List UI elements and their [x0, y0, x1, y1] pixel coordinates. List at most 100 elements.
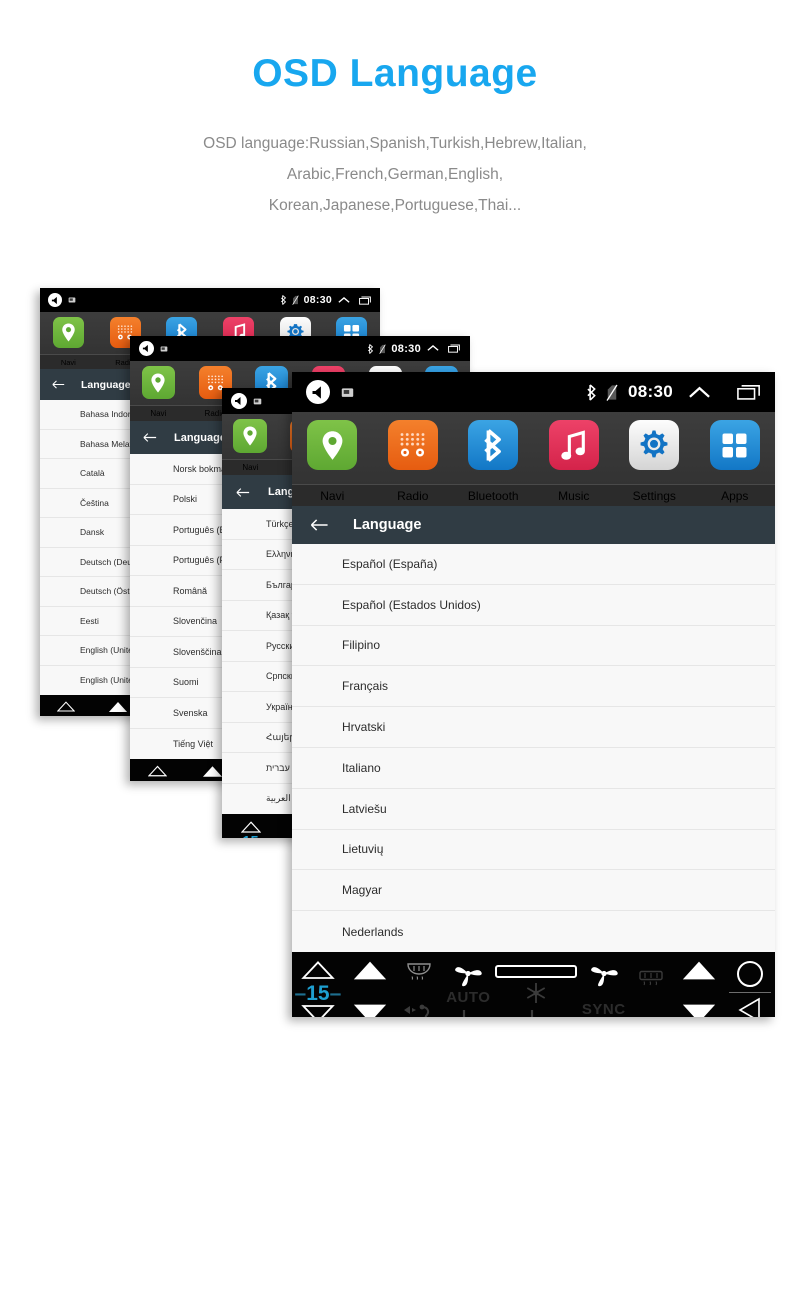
dock-item-apps[interactable]: [695, 420, 776, 470]
list-item[interactable]: Latviešu: [292, 789, 775, 830]
triangle-up-solid-icon[interactable]: [108, 701, 128, 713]
defrost-rear-icon[interactable]: [638, 970, 664, 987]
status-clock: 08:30: [303, 294, 332, 306]
dock-label-music: Music: [558, 488, 590, 503]
divider: [728, 991, 772, 993]
status-clock: 08:30: [628, 382, 673, 401]
fan-speed-bar[interactable]: [495, 964, 578, 978]
arrow-left-icon[interactable]: [310, 518, 329, 532]
fan-icon[interactable]: [452, 960, 484, 987]
list-item[interactable]: Hrvatski: [292, 707, 775, 748]
list-item[interactable]: Español (Estados Unidos): [292, 585, 775, 626]
dock-item-navi[interactable]: [292, 420, 373, 470]
screenshot-icon[interactable]: [253, 397, 262, 406]
triangle-left-back-icon[interactable]: [737, 997, 763, 1017]
language-list: Español (España) Español (Estados Unidos…: [292, 544, 775, 952]
fan-icon[interactable]: [588, 960, 620, 987]
triangle-up-solid-icon[interactable]: [680, 960, 718, 981]
status-bar: 08:30: [130, 336, 470, 361]
recents-icon[interactable]: [359, 296, 372, 305]
bluetooth-icon: [586, 383, 597, 401]
dock-item-navi[interactable]: [40, 317, 97, 348]
dock-label-radio: Radio: [397, 488, 429, 503]
bluetooth-icon: [468, 420, 519, 470]
screenshot-icon[interactable]: [160, 345, 168, 353]
recents-icon[interactable]: [737, 384, 761, 400]
triangle-up-solid-icon[interactable]: [202, 765, 223, 778]
location-pin-icon: [307, 420, 358, 470]
list-item[interactable]: Magyar: [292, 870, 775, 912]
chevron-up-icon[interactable]: [338, 296, 350, 305]
back-volume-icon[interactable]: [306, 380, 330, 404]
list-item[interactable]: Filipino: [292, 626, 775, 667]
dock-item-music[interactable]: [534, 420, 615, 470]
triangle-up-outline-icon[interactable]: [57, 701, 75, 712]
list-item[interactable]: Nederlands: [292, 911, 775, 952]
device-screenshot-panel-4: 08:30 Navi Radio Bluetooth Music Setting…: [292, 372, 775, 1017]
back-volume-icon[interactable]: [48, 293, 62, 307]
screenshot-icon[interactable]: [68, 296, 76, 304]
list-item[interactable]: Français: [292, 666, 775, 708]
arrow-left-icon[interactable]: [236, 487, 250, 498]
location-pin-icon: [233, 419, 268, 453]
triangle-up-solid-icon[interactable]: [351, 960, 389, 981]
description-line-3: Korean,Japanese,Portuguese,Thai...: [268, 197, 522, 214]
page-description: OSD language:Russian,Spanish,Turkish,Heb…: [95, 128, 695, 221]
music-note-icon: [548, 420, 599, 470]
back-volume-icon[interactable]: [231, 393, 247, 409]
auto-label[interactable]: AUTO: [446, 989, 490, 1006]
temperature-value: –15–: [294, 981, 342, 1005]
dock-item-bluetooth[interactable]: [453, 420, 534, 470]
no-sim-icon: [606, 384, 618, 401]
no-sim-icon: [379, 343, 387, 354]
recents-icon[interactable]: [448, 344, 461, 353]
circle-home-icon[interactable]: [736, 960, 763, 987]
arrow-left-icon[interactable]: [52, 379, 65, 390]
seat-heater-icon[interactable]: [460, 1008, 476, 1017]
dock-label-apps: Apps: [721, 488, 749, 503]
back-volume-icon[interactable]: [139, 341, 154, 356]
temperature-value: –15–: [40, 713, 92, 716]
dock-item-navi[interactable]: [130, 366, 187, 399]
airflow-icon[interactable]: [402, 1004, 436, 1017]
dock-item-settings[interactable]: [614, 420, 695, 470]
triangle-up-outline-icon[interactable]: [240, 821, 261, 833]
description-line-1: OSD language:Russian,Spanish,Turkish,Heb…: [203, 135, 587, 152]
dock-label-navi: Navi: [320, 488, 345, 503]
sync-label[interactable]: SYNC: [582, 1001, 626, 1017]
gear-icon: [629, 420, 680, 470]
language-title-bar: Language: [292, 506, 775, 544]
list-item[interactable]: Español (España): [292, 544, 775, 585]
bluetooth-icon: [367, 343, 374, 354]
dock-label-navi: Navi: [242, 463, 259, 472]
chevron-up-icon[interactable]: [427, 344, 439, 353]
status-bar: 08:30: [292, 372, 775, 412]
temperature-value: –15–: [222, 834, 279, 838]
triangle-up-outline-icon[interactable]: [148, 765, 167, 777]
list-item[interactable]: Lietuvių: [292, 830, 775, 871]
radio-icon: [387, 420, 438, 470]
screenshot-icon[interactable]: [341, 386, 354, 399]
dock-item-radio[interactable]: [373, 420, 454, 470]
apps-grid-icon: [709, 420, 760, 470]
location-pin-icon: [52, 317, 84, 348]
list-item[interactable]: Italiano: [292, 748, 775, 789]
arrow-left-icon[interactable]: [143, 432, 157, 443]
page-heading: Language: [174, 431, 226, 444]
no-sim-icon: [291, 295, 299, 305]
location-pin-icon: [141, 366, 175, 399]
page-heading: Language: [81, 378, 131, 391]
status-bar: 08:30: [40, 288, 380, 312]
triangle-up-outline-icon[interactable]: [301, 960, 335, 980]
page-root: OSD Language OSD language:Russian,Spanis…: [0, 0, 790, 1296]
dock-label-navi: Navi: [60, 357, 76, 367]
bluetooth-icon: [280, 295, 287, 305]
defrost-front-icon[interactable]: [406, 962, 432, 980]
chevron-up-icon[interactable]: [688, 385, 711, 400]
triangle-down-solid-icon[interactable]: [351, 1003, 389, 1017]
seat-heater-icon[interactable]: [528, 1008, 544, 1017]
page-title: OSD Language: [252, 52, 538, 95]
triangle-down-solid-icon[interactable]: [680, 1003, 718, 1017]
dock-item-navi[interactable]: [222, 419, 279, 453]
snowflake-icon[interactable]: [525, 982, 547, 1004]
